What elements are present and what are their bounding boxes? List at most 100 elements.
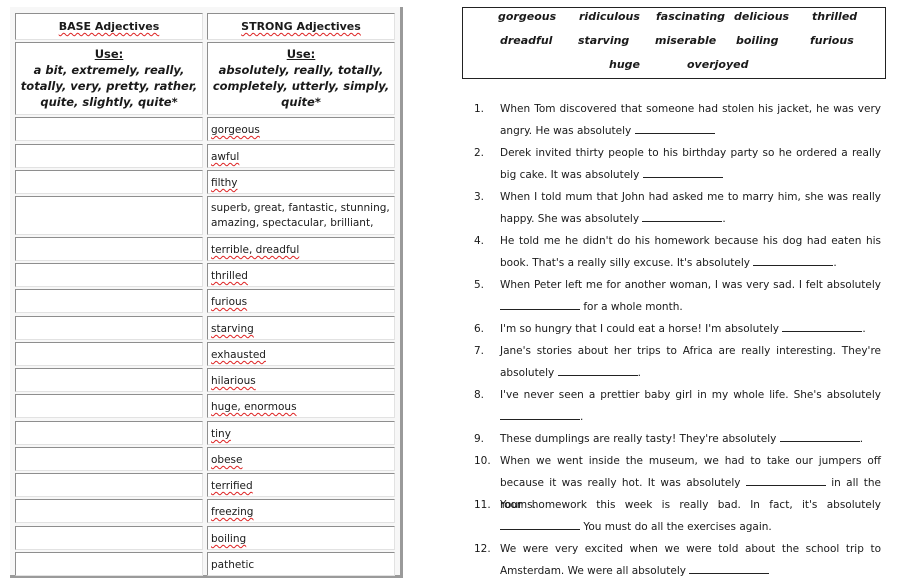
base-cell[interactable]	[15, 552, 203, 576]
exercise-text-after: .	[859, 433, 864, 445]
base-cell[interactable]	[15, 526, 203, 550]
strong-cell: starving	[207, 316, 395, 340]
word-bank-item: boiling	[736, 34, 779, 47]
base-cell[interactable]	[15, 237, 203, 261]
strong-cell: awful	[207, 144, 395, 168]
base-cell[interactable]	[15, 289, 203, 313]
word-bank-item: overjoyed	[687, 58, 749, 71]
word-bank-item: thrilled	[812, 10, 858, 23]
word-bank-item: miserable	[655, 34, 717, 47]
strong-cell: pathetic	[207, 552, 395, 576]
exercise-text: Your homework this week is really bad. I…	[500, 499, 881, 511]
exercise-item: 12. We were very excited when we were tol…	[474, 538, 881, 582]
base-cell[interactable]	[15, 473, 203, 497]
strong-adjective: terrified	[211, 480, 253, 492]
strong-adjective: furious	[211, 296, 248, 308]
exercise-text-after: for a whole month.	[580, 301, 683, 313]
word-bank-item: dreadful	[500, 34, 553, 47]
header-strong: STRONG Adjectives	[207, 13, 395, 40]
exercise-text-after: .	[722, 213, 726, 225]
answer-blank[interactable]	[753, 254, 834, 266]
base-cell[interactable]	[15, 499, 203, 523]
answer-blank[interactable]	[500, 408, 580, 420]
exercise-text: I'm so hungry that I could eat a horse! …	[500, 323, 783, 335]
strong-cell: hilarious	[207, 368, 395, 392]
strong-adjective: gorgeous	[211, 124, 260, 136]
exercise-number: 11.	[474, 499, 491, 511]
base-cell[interactable]	[15, 447, 203, 471]
strong-adjective: awful	[211, 151, 240, 163]
strong-adjective: pathetic	[211, 559, 255, 571]
strong-adjective: terrible, dreadful	[211, 244, 300, 256]
exercise-item: 7. Jane's stories about her trips to Afri…	[474, 340, 881, 384]
strong-adjective: filthy	[211, 177, 238, 189]
use-base: Use: a bit, extremely, really, totally, …	[15, 42, 203, 115]
strong-cell: exhausted	[207, 342, 395, 366]
use-strong: Use: absolutely, really, totally, comple…	[207, 42, 395, 115]
exercise-item: 6. I'm so hungry that I could eat a horse…	[474, 318, 881, 340]
exercise-number: 5.	[474, 279, 485, 291]
word-bank-item: fascinating	[656, 10, 726, 23]
base-cell[interactable]	[15, 170, 203, 194]
strong-cell: boiling	[207, 526, 395, 550]
word-bank-item: gorgeous	[498, 10, 557, 23]
strong-adjective: exhausted	[211, 349, 266, 361]
answer-blank[interactable]	[745, 474, 826, 486]
strong-adjective: huge, enormous	[211, 401, 297, 413]
strong-cell: superb, great, fantastic, stunning, amaz…	[207, 196, 395, 235]
strong-cell: filthy	[207, 170, 395, 194]
exercise-item: 3. When I told mum that John had asked me…	[474, 186, 881, 230]
base-cell[interactable]	[15, 421, 203, 445]
base-cell[interactable]	[15, 368, 203, 392]
base-cell[interactable]	[15, 196, 203, 235]
strong-adjective: thrilled	[211, 270, 248, 282]
exercise-text: I've never seen a prettier baby girl in …	[500, 389, 881, 401]
exercise-item: 8. I've never seen a prettier baby girl i…	[474, 384, 881, 428]
exercise-number: 2.	[474, 147, 485, 159]
base-cell[interactable]	[15, 394, 203, 418]
word-bank-item: ridiculous	[579, 10, 640, 23]
word-bank-item: delicious	[734, 10, 790, 23]
answer-blank[interactable]	[500, 298, 580, 310]
answer-blank[interactable]	[500, 518, 580, 530]
word-bank-item: huge	[609, 58, 640, 71]
exercise-number: 9.	[474, 433, 485, 445]
base-cell[interactable]	[15, 316, 203, 340]
answer-blank[interactable]	[689, 562, 770, 574]
strong-cell: thrilled	[207, 263, 395, 287]
base-cell[interactable]	[15, 117, 203, 141]
strong-cell: gorgeous	[207, 117, 395, 141]
strong-cell: tiny	[207, 421, 395, 445]
exercise-item: 5. When Peter left me for another woman, …	[474, 274, 881, 318]
strong-adjective: superb, great, fantastic, stunning, amaz…	[211, 202, 390, 229]
exercise-text-after: .	[862, 323, 866, 335]
exercise-text-after: .	[833, 257, 837, 269]
exercise-item: 11. Your homework this week is really bad…	[474, 494, 881, 538]
exercise-number: 7.	[474, 345, 485, 357]
strong-adjective: tiny	[211, 428, 231, 440]
exercise-text-after: You must do all the exercises again.	[580, 521, 772, 533]
base-cell[interactable]	[15, 263, 203, 287]
answer-blank[interactable]	[642, 210, 723, 222]
header-base: BASE Adjectives	[15, 13, 203, 40]
exercise-number: 12.	[474, 543, 491, 555]
exercise-text: These dumplings are really tasty! They'r…	[500, 433, 780, 445]
exercise-text-after: .	[580, 411, 584, 423]
exercise-number: 8.	[474, 389, 485, 401]
exercise-item: 4. He told me he didn't do his homework b…	[474, 230, 881, 274]
base-cell[interactable]	[15, 342, 203, 366]
answer-blank[interactable]	[557, 364, 638, 376]
strong-adjective: hilarious	[211, 375, 256, 387]
strong-cell: furious	[207, 289, 395, 313]
answer-blank[interactable]	[779, 430, 860, 442]
base-cell[interactable]	[15, 144, 203, 168]
answer-blank[interactable]	[642, 166, 723, 178]
word-bank-item: furious	[810, 34, 854, 47]
answer-blank[interactable]	[782, 320, 863, 332]
adjectives-table: BASE Adjectives STRONG Adjectives Use: a…	[10, 7, 403, 578]
answer-blank[interactable]	[634, 122, 715, 134]
exercise-number: 4.	[474, 235, 485, 247]
exercise-number: 1.	[474, 103, 485, 115]
strong-adjective: starving	[211, 323, 254, 335]
strong-adjective: obese	[211, 454, 243, 466]
